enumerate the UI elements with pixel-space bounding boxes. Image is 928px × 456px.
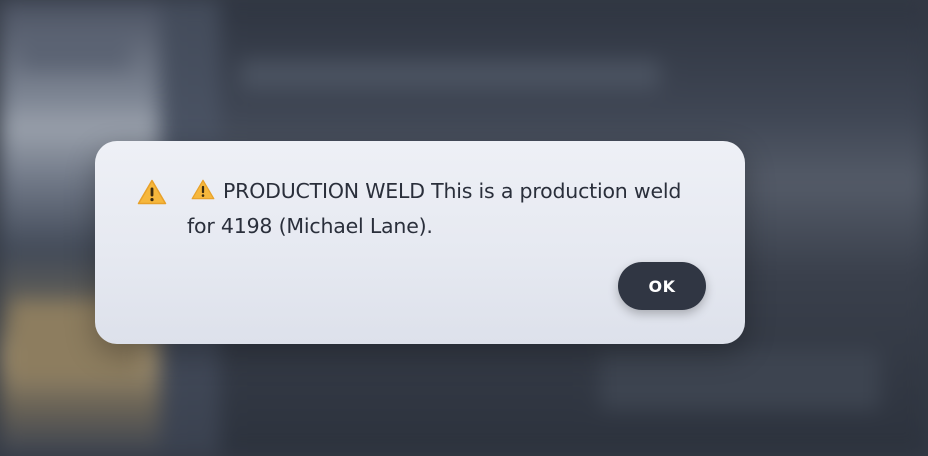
- alert-dialog: PRODUCTION WELD This is a production wel…: [95, 141, 745, 344]
- ok-button[interactable]: OK: [618, 262, 706, 310]
- background-block: [600, 350, 880, 410]
- warning-icon: [137, 179, 167, 205]
- dialog-message: PRODUCTION WELD This is a production wel…: [187, 174, 707, 244]
- dialog-message-text: PRODUCTION WELD This is a production wel…: [187, 179, 682, 238]
- warning-icon: [191, 179, 215, 200]
- background-block: [240, 60, 660, 90]
- background-block: [20, 30, 130, 70]
- app-window: PRODUCTION WELD This is a production wel…: [0, 0, 928, 456]
